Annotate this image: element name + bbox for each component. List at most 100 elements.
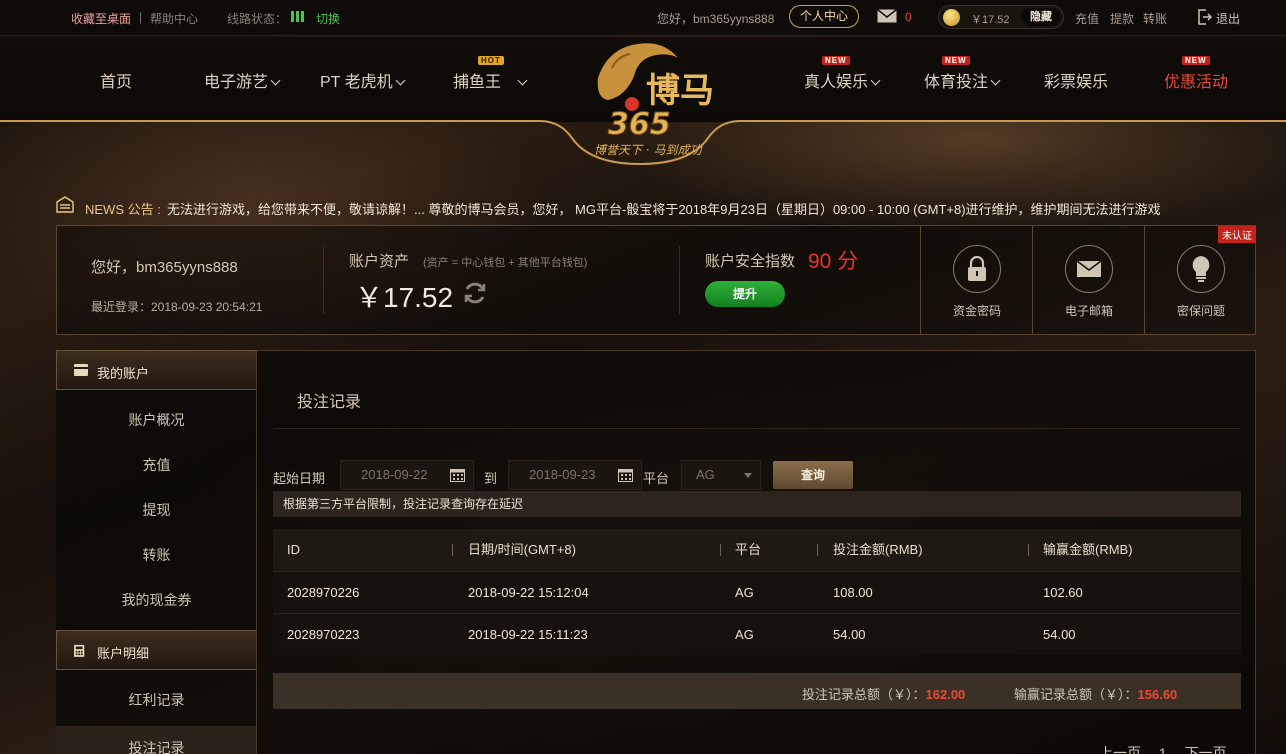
column-separator xyxy=(1028,544,1029,556)
sidebar-section-my-account[interactable]: 我的账户 xyxy=(56,350,257,390)
add-to-desktop-link[interactable]: 收藏至桌面 xyxy=(71,10,131,27)
nav-promotions-label: 优惠活动 xyxy=(1164,74,1229,91)
assets-title: 账户资产 xyxy=(349,253,410,270)
site-logo[interactable]: 博马 365 博誉天下 · 马到成功 xyxy=(568,38,738,168)
nav-lottery-label: 彩票娱乐 xyxy=(1044,74,1109,91)
email-item[interactable]: 电子邮箱 xyxy=(1032,226,1144,334)
account-greeting: 您好，bm365yyns888 xyxy=(91,259,238,276)
lightbulb-icon-circle xyxy=(1177,245,1225,293)
table-header: ID 日期/时间(GMT+8) 平台 投注金额(RMB) 输赢金额(RMB) xyxy=(273,529,1241,571)
switch-route-link[interactable]: 切换 xyxy=(316,10,340,27)
calendar-icon[interactable] xyxy=(618,468,633,482)
sidebar-item-bet-records[interactable]: 投注记录 xyxy=(56,726,257,754)
sidebar-section-details[interactable]: 账户明细 xyxy=(56,630,257,670)
withdraw-link[interactable]: 提款 xyxy=(1110,10,1134,27)
fund-password-item[interactable]: 资金密码 xyxy=(920,226,1032,334)
nav-fishing[interactable]: HOT 捕鱼王 xyxy=(453,56,528,92)
column-header-datetime: 日期/时间(GMT+8) xyxy=(468,542,576,557)
chevron-down-icon xyxy=(395,75,406,86)
security-question-item[interactable]: 密保问题 未认证 xyxy=(1144,226,1256,334)
signal-icon xyxy=(291,11,304,22)
cell-datetime: 2018-09-22 15:11:23 xyxy=(468,627,588,642)
nav-sports[interactable]: NEW 体育投注 xyxy=(924,56,1001,92)
nav-fishing-label: 捕鱼王 xyxy=(453,74,502,91)
email-label: 电子邮箱 xyxy=(1064,304,1113,318)
nav-promotions[interactable]: NEW 优惠活动 xyxy=(1164,56,1229,92)
news-text[interactable]: 无法进行游戏，给您带来不便，敬请谅解！... 尊敬的博马会员，您好， MG平台-… xyxy=(167,199,1255,218)
mail-count-badge: 0 xyxy=(905,10,912,24)
route-status-label: 线路状态： xyxy=(227,12,288,26)
nav-home[interactable]: 首页 xyxy=(100,68,132,92)
hot-badge: HOT xyxy=(478,56,504,65)
total-bet-label: 投注记录总额（￥）： xyxy=(802,687,926,702)
nav-home-label: 首页 xyxy=(100,74,133,91)
start-date-input[interactable]: 2018-09-22 xyxy=(340,460,474,490)
mail-icon[interactable] xyxy=(877,9,897,23)
logout-icon[interactable] xyxy=(1198,9,1212,25)
cell-datetime: 2018-09-22 15:12:04 xyxy=(468,585,589,600)
sidebar-item-deposit[interactable]: 充值 xyxy=(56,443,257,488)
prev-page-link[interactable]: 上一页 xyxy=(1099,745,1141,754)
nav-electronic-games[interactable]: 电子游艺 xyxy=(204,68,281,92)
topbar-separator: | xyxy=(139,10,143,24)
hide-balance-button[interactable]: 隐藏 xyxy=(1021,8,1061,26)
nav-live-casino-label: 真人娱乐 xyxy=(804,74,869,91)
current-page[interactable]: 1 xyxy=(1159,745,1167,754)
deposit-link[interactable]: 充值 xyxy=(1075,10,1099,27)
chevron-down-icon xyxy=(517,75,528,86)
platform-selected-value: AG xyxy=(696,467,715,482)
nav-pt-slots[interactable]: PT 老虎机 xyxy=(320,68,406,92)
page-title: 投注记录 xyxy=(297,394,362,411)
chevron-down-icon xyxy=(990,75,1001,86)
lightbulb-icon xyxy=(1192,256,1210,282)
column-header-bet-amount: 投注金额(RMB) xyxy=(833,542,923,557)
total-win-value: 156.60 xyxy=(1137,687,1178,702)
card-icon xyxy=(74,364,88,376)
column-header-platform: 平台 xyxy=(735,542,762,557)
nav-lottery[interactable]: 彩票娱乐 xyxy=(1044,68,1108,92)
sidebar-item-overview[interactable]: 账户概况 xyxy=(56,398,257,443)
nav-electronic-games-label: 电子游艺 xyxy=(204,74,269,91)
sidebar-item-bonus-records[interactable]: 红利记录 xyxy=(56,678,257,723)
envelope-icon-circle xyxy=(1065,245,1113,293)
security-question-label: 密保问题 xyxy=(1176,304,1225,318)
total-bet: 投注记录总额（￥）：162.00 xyxy=(802,684,965,703)
announcement-icon xyxy=(56,196,74,213)
next-page-link[interactable]: 下一页 xyxy=(1185,745,1227,754)
assets-note: (资产 = 中心钱包 + 其他平台钱包) xyxy=(423,257,588,269)
nav-live-casino[interactable]: NEW 真人娱乐 xyxy=(804,56,881,92)
new-badge: NEW xyxy=(942,56,970,65)
logout-link[interactable]: 退出 xyxy=(1216,10,1240,27)
personal-center-button[interactable]: 个人中心 xyxy=(789,5,859,28)
help-center-link[interactable]: 帮助中心 xyxy=(150,10,198,27)
cell-bet-amount: 54.00 xyxy=(833,627,866,642)
balance-display: ￥17.52 隐藏 xyxy=(938,5,1064,29)
divider xyxy=(273,428,1241,429)
platform-select[interactable]: AG xyxy=(681,460,761,490)
delay-notice: 根据第三方平台限制，投注记录查询存在延迟 xyxy=(273,491,1241,517)
sidebar-item-transfer[interactable]: 转账 xyxy=(56,533,257,578)
calendar-icon[interactable] xyxy=(450,468,465,482)
end-date-input[interactable]: 2018-09-23 xyxy=(508,460,642,490)
refresh-icon[interactable] xyxy=(462,280,488,306)
transfer-link[interactable]: 转账 xyxy=(1143,10,1167,27)
total-bet-value: 162.00 xyxy=(925,687,966,702)
table-row: 2028970223 2018-09-22 15:11:23 AG 54.00 … xyxy=(273,613,1241,655)
lock-icon-circle xyxy=(953,245,1001,293)
assets-amount: ￥17.52 xyxy=(355,282,454,313)
nav-sports-label: 体育投注 xyxy=(924,74,989,91)
query-button[interactable]: 查询 xyxy=(773,461,853,489)
fund-password-label: 资金密码 xyxy=(952,304,1001,318)
topbar-greeting: 您好，bm365yyns888 xyxy=(657,12,775,26)
divider xyxy=(323,246,324,314)
nav-pt-slots-label: PT 老虎机 xyxy=(320,74,393,91)
column-separator xyxy=(452,544,453,556)
cell-win-loss: 54.00 xyxy=(1043,627,1076,642)
sidebar-item-withdraw[interactable]: 提现 xyxy=(56,488,257,533)
column-separator xyxy=(720,544,721,556)
sidebar-item-coupons[interactable]: 我的现金券 xyxy=(56,578,257,623)
end-date-value: 2018-09-23 xyxy=(529,467,596,482)
account-summary-panel: 您好，bm365yyns888 最近登录：2018-09-23 20:54:21… xyxy=(56,225,1256,335)
last-login: 最近登录：2018-09-23 20:54:21 xyxy=(91,300,263,314)
upgrade-security-button[interactable]: 提升 xyxy=(705,281,785,307)
